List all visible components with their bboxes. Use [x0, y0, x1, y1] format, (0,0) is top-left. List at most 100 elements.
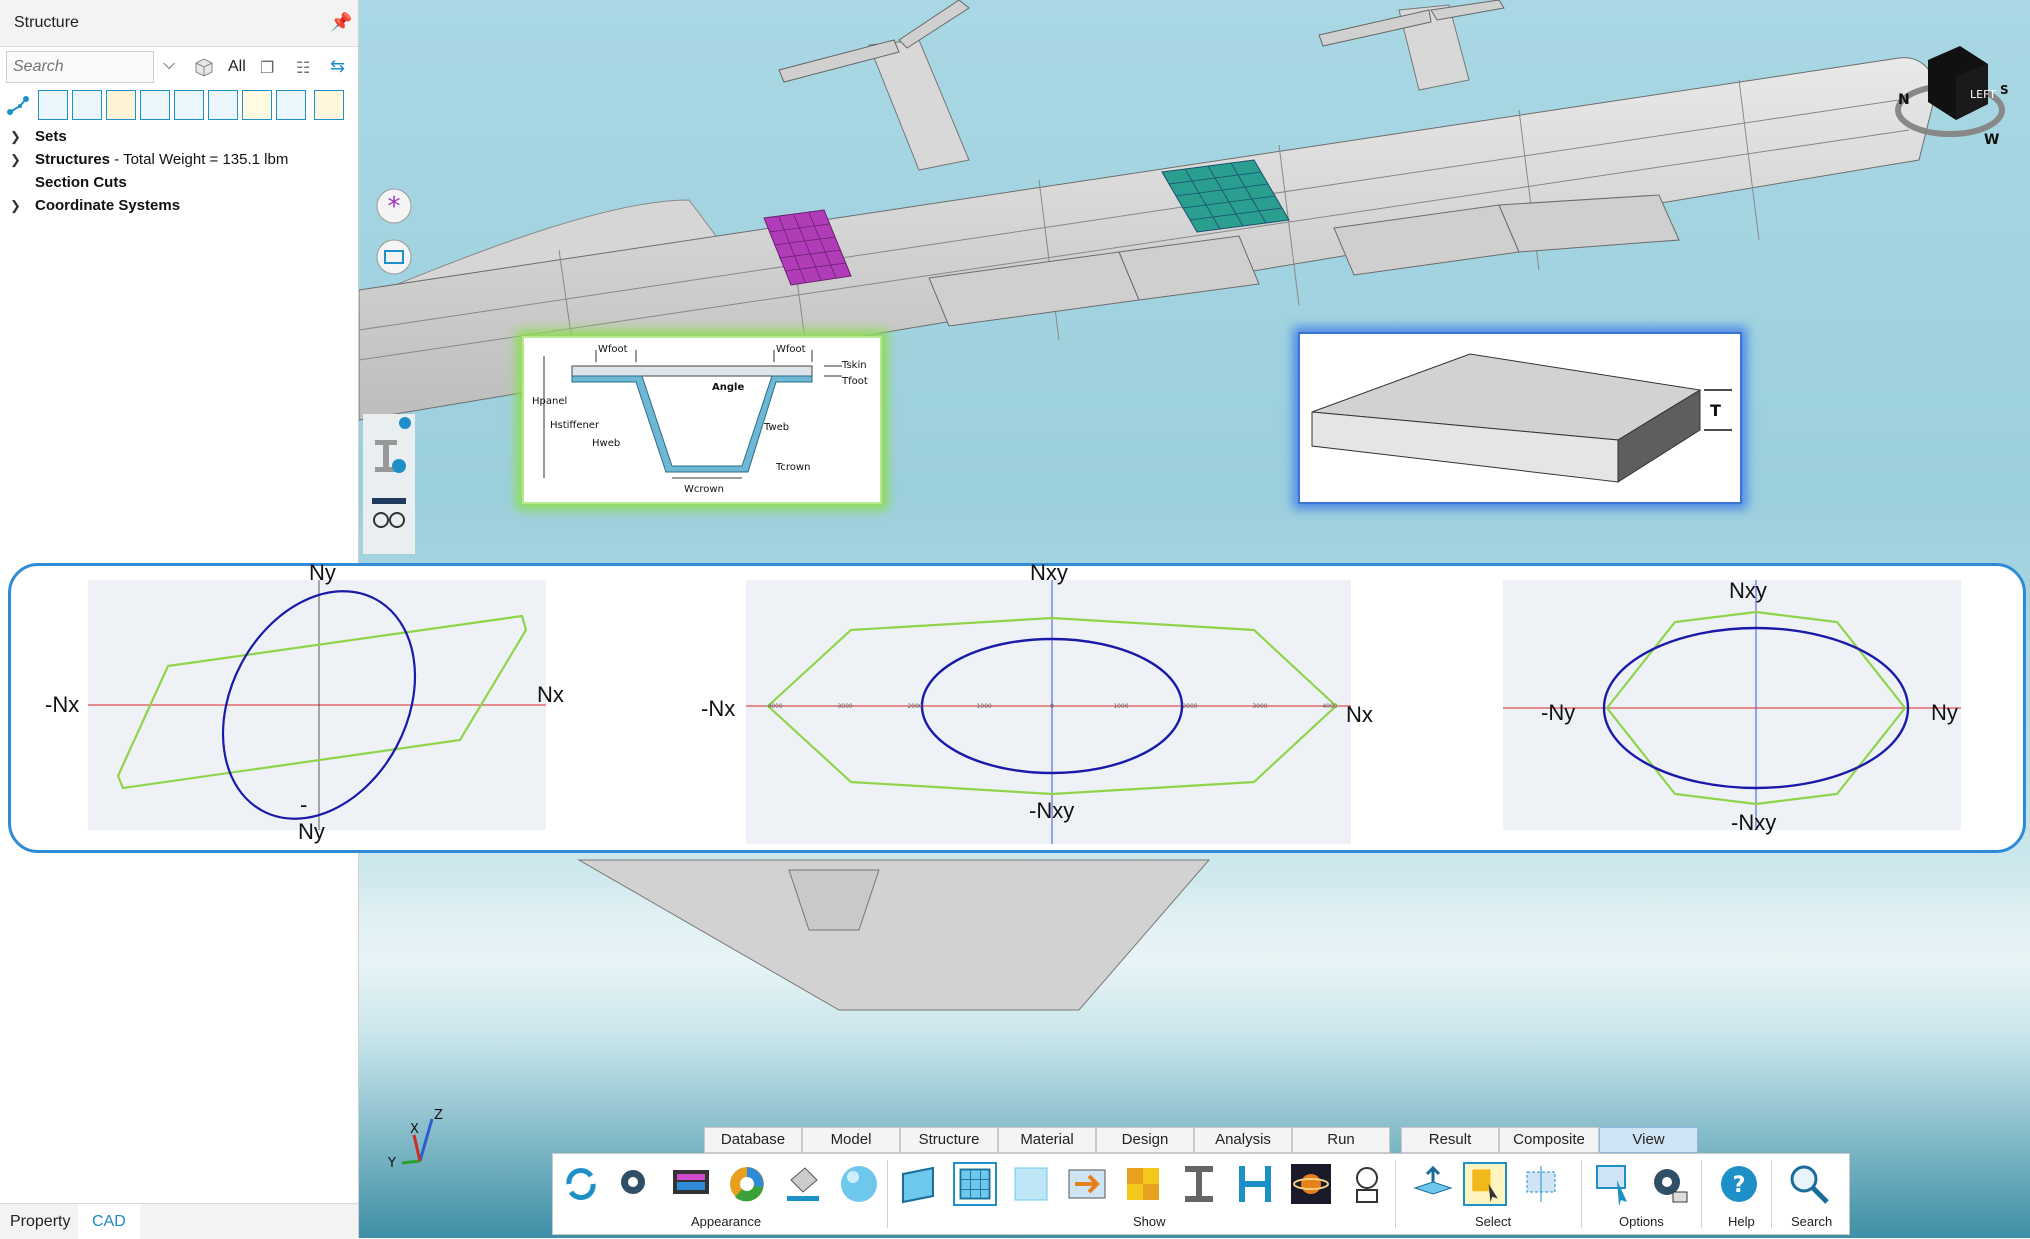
- tab-database[interactable]: Database: [704, 1127, 802, 1153]
- layers-icon[interactable]: [242, 90, 272, 120]
- filter-all-label[interactable]: All: [228, 58, 246, 76]
- axis-label-bottom-dash: -: [300, 792, 308, 817]
- chevron-right-icon[interactable]: ❯: [10, 198, 21, 214]
- envelope-plot-nx-ny: [88, 580, 546, 830]
- tab-analysis[interactable]: Analysis: [1194, 1127, 1292, 1153]
- axis-label-bottom: Ny: [298, 819, 325, 844]
- axis-label-bottom: -Nxy: [1029, 798, 1075, 823]
- ribbon-separator: [1771, 1160, 1772, 1228]
- axis-label-right: Nx: [1346, 702, 1373, 727]
- asterisk-icon[interactable]: *: [376, 188, 412, 224]
- axis-label-right: Ny: [1931, 700, 1958, 725]
- help-badge-icon[interactable]: [398, 416, 412, 430]
- panel-icon[interactable]: [72, 90, 102, 120]
- tab-view[interactable]: View: [1599, 1127, 1698, 1153]
- ribbon-separator: [1395, 1160, 1396, 1228]
- tab-material[interactable]: Material: [998, 1127, 1096, 1153]
- checker-icon[interactable]: [1121, 1162, 1165, 1206]
- help-icon[interactable]: ?: [1717, 1162, 1761, 1206]
- display-icon[interactable]: [669, 1162, 713, 1206]
- chevron-down-icon[interactable]: ⌵: [163, 56, 175, 74]
- tab-run[interactable]: Run: [1292, 1127, 1390, 1153]
- box-icon[interactable]: [208, 90, 238, 120]
- tab-composite[interactable]: Composite: [1499, 1127, 1599, 1153]
- glasses-icon[interactable]: [369, 494, 409, 534]
- nacelle-left: [868, 39, 970, 171]
- pin-icon[interactable]: 📌: [330, 12, 352, 33]
- tab-result[interactable]: Result: [1401, 1127, 1499, 1153]
- plate-thickness-inset: T: [1298, 332, 1742, 504]
- axis-label-right: Nx: [537, 682, 564, 707]
- ribbon-separator: [1581, 1160, 1582, 1228]
- tab-property[interactable]: Property: [10, 1213, 70, 1231]
- axis-z-label: Z: [434, 1108, 443, 1123]
- svg-text:4000: 4000: [1322, 703, 1337, 710]
- solid-block-icon[interactable]: [38, 90, 68, 120]
- pointer-options-icon[interactable]: [1593, 1162, 1637, 1206]
- compass-s: S: [2000, 83, 2009, 97]
- chevron-right-icon[interactable]: ❯: [10, 129, 21, 145]
- axis-label-left: -Nx: [45, 692, 80, 717]
- svg-text:-4000: -4000: [765, 703, 783, 710]
- plate-icon[interactable]: [140, 90, 170, 120]
- group-label-search: Search: [1791, 1214, 1833, 1229]
- sync-arrows-icon[interactable]: ⇆: [330, 56, 345, 77]
- label-t-web: Tweb: [763, 422, 789, 433]
- ribbon-separator: [887, 1160, 888, 1228]
- cube-icon[interactable]: [193, 56, 215, 78]
- planet-icon[interactable]: [1289, 1162, 1333, 1206]
- tab-model[interactable]: Model: [802, 1127, 900, 1153]
- axis-label-bottom: -Nxy: [1731, 810, 1777, 835]
- i-beam-icon[interactable]: [1177, 1162, 1221, 1206]
- axis-label-left: -Nx: [701, 696, 736, 721]
- search-input[interactable]: [6, 51, 154, 83]
- label-w-crown: Wcrown: [684, 484, 724, 495]
- panel-box-icon[interactable]: [897, 1162, 941, 1206]
- structure-toolbar: [0, 88, 358, 124]
- magnifier-icon[interactable]: [1787, 1162, 1831, 1206]
- beam-icon[interactable]: [106, 90, 136, 120]
- settings-icon[interactable]: [314, 90, 344, 120]
- dot-grid-icon[interactable]: [1009, 1162, 1053, 1206]
- gear-settings-icon[interactable]: [1647, 1162, 1691, 1206]
- arrow-right-icon[interactable]: [1065, 1162, 1109, 1206]
- sphere-icon[interactable]: [837, 1162, 881, 1206]
- color-wheel-icon[interactable]: [725, 1162, 769, 1206]
- astronaut-icon[interactable]: [1345, 1162, 1389, 1206]
- axis-label-top: Nxy: [1030, 560, 1068, 585]
- tab-cad[interactable]: CAD: [78, 1204, 140, 1239]
- svg-text:-1000: -1000: [974, 703, 992, 710]
- select-object-icon[interactable]: [1463, 1162, 1507, 1206]
- rectangle-select-icon[interactable]: [376, 239, 412, 275]
- ribbon-tab-bar: Database Model Structure Material Design…: [704, 1127, 1698, 1153]
- chevron-right-icon[interactable]: ❯: [10, 152, 21, 168]
- tab-design[interactable]: Design: [1096, 1127, 1194, 1153]
- copy-icon[interactable]: ❐: [260, 58, 274, 78]
- section-analysis-icon[interactable]: [369, 436, 409, 476]
- failure-envelope-band: Ny -Nx Nx - Ny -4000 -3000 -2000 -1000 0…: [8, 560, 2026, 853]
- panel-bottom-tabs: Property CAD: [0, 1203, 358, 1239]
- tab-structure[interactable]: Structure: [900, 1127, 998, 1153]
- envelope-outer-line: [116, 614, 528, 790]
- select-region-icon[interactable]: [1519, 1162, 1563, 1206]
- group-label-help: Help: [1728, 1214, 1755, 1229]
- axis-label-left: -Ny: [1541, 700, 1576, 725]
- select-face-icon[interactable]: [1411, 1162, 1455, 1206]
- grid-mesh-icon[interactable]: [953, 1162, 997, 1206]
- view-cube[interactable]: LEFT N S W: [1890, 40, 2010, 150]
- paint-bucket-icon[interactable]: [781, 1162, 825, 1206]
- label-w-foot-left: Wfoot: [598, 344, 628, 355]
- network-icon[interactable]: [6, 94, 30, 118]
- gear-eye-icon[interactable]: [613, 1162, 657, 1206]
- eye-icon[interactable]: [276, 90, 306, 120]
- svg-text:*: *: [388, 192, 401, 222]
- i-beam-icon[interactable]: [174, 90, 204, 120]
- view-cube-face: LEFT: [1970, 88, 1996, 101]
- rotate-icon[interactable]: [559, 1162, 603, 1206]
- panel-title: Structure: [14, 14, 79, 31]
- label-t-foot: Tfoot: [841, 376, 868, 387]
- hierarchy-icon[interactable]: ☷: [296, 58, 310, 78]
- h-beam-icon[interactable]: [1233, 1162, 1277, 1206]
- svg-text:3000: 3000: [1252, 703, 1267, 710]
- group-label-select: Select: [1475, 1214, 1512, 1229]
